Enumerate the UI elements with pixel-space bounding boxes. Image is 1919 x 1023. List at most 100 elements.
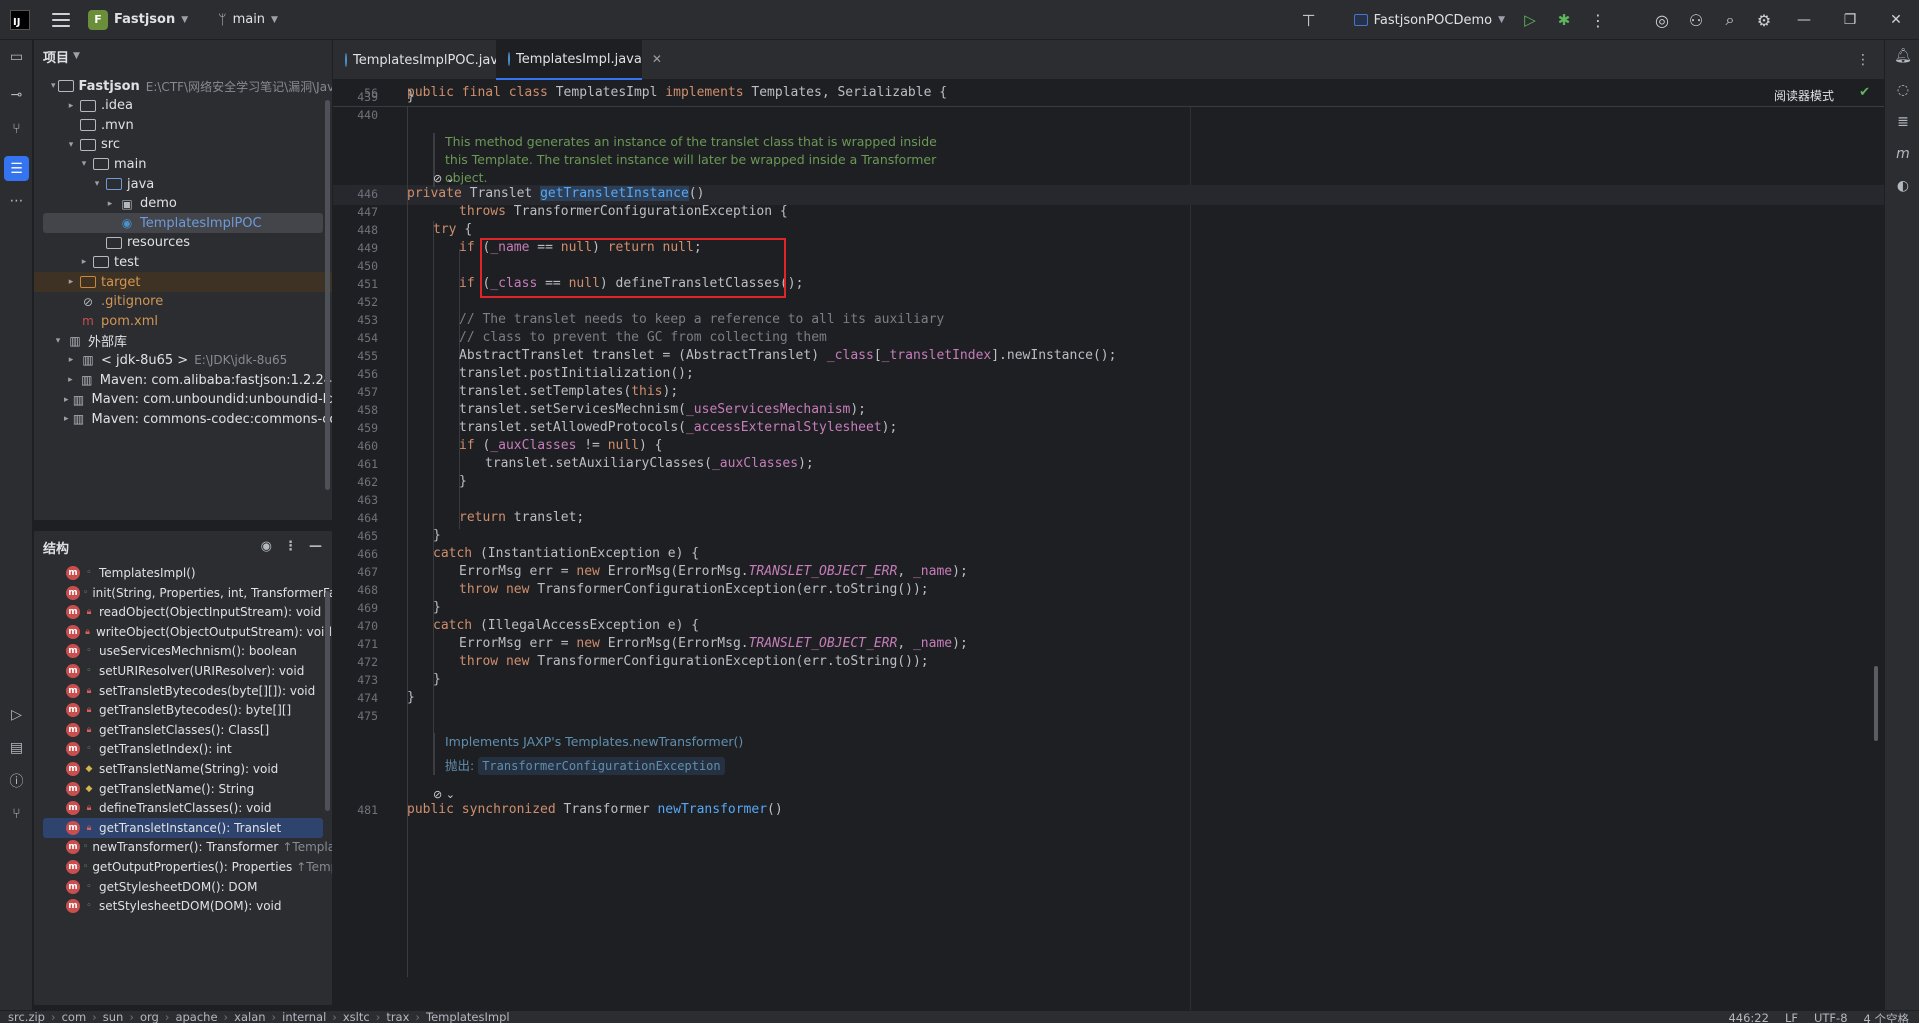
problems-icon[interactable]: ⓘ [4,768,29,793]
tree-item[interactable]: ▸ ▥ < jdk-8u65 > E:\JDK\jdk-8u65 [34,350,332,370]
git-icon[interactable]: ⑂ [4,801,29,826]
breadcrumb-item[interactable]: sun [103,1011,124,1023]
tree-item[interactable]: ▸ .idea [34,96,332,116]
structure-item[interactable]: m 🔒︎ getTransletBytecodes(): byte[][] [34,700,332,720]
tree-toggle-icon[interactable]: ▾ [51,336,65,346]
breadcrumb-item[interactable]: trax [386,1011,409,1023]
tree-toggle-icon[interactable]: ▸ [64,277,78,287]
settings-gear-icon[interactable]: ⚙ [1747,0,1781,40]
structure-scrollbar[interactable] [325,591,330,811]
build-hammer-icon[interactable]: ⊤ [1292,0,1326,40]
ai-chat-icon[interactable]: ◌ [1891,78,1915,102]
tree-item[interactable]: resources [34,233,332,253]
structure-item[interactable]: m 🔒︎ getTransletInstance(): Translet [43,817,323,838]
structure-item[interactable]: m ◦ init(String, Properties, int, Transfor… [34,583,332,603]
tree-toggle-icon[interactable]: ▸ [64,414,69,424]
search-icon[interactable]: ⌕ [1713,0,1747,40]
close-tab-icon[interactable]: ✕ [652,52,662,66]
tree-item[interactable]: m pom.xml [34,311,332,331]
eye-icon[interactable]: ◉ [261,539,272,554]
breadcrumb-item[interactable]: com [62,1011,87,1023]
structure-item[interactable]: m ◦ getStylesheetDOM(): DOM [34,877,332,897]
terminal-icon[interactable]: ▤ [4,735,29,760]
project-panel-header[interactable]: 项目 ▼ [34,40,332,72]
copilot-icon[interactable]: ◐ [1891,174,1915,198]
tree-item[interactable]: ▸ test [34,252,332,272]
breadcrumb-item[interactable]: internal [282,1011,326,1023]
tree-item[interactable]: ◉ TemplatesImplPOC [43,213,323,234]
add-user-icon[interactable]: ⚇ [1679,0,1713,40]
tree-toggle-icon[interactable]: ▸ [64,375,77,385]
structure-item[interactable]: m ◦ useServicesMechnism(): boolean [34,641,332,661]
structure-item[interactable]: m 🔒︎ getTransletClasses(): Class[] [34,720,332,740]
tree-item[interactable]: .mvn [34,115,332,135]
structure-item[interactable]: m◦newTransformer(): Transformer↑Template… [34,837,332,857]
tree-toggle-icon[interactable]: ▸ [64,395,69,405]
notifications-bell-icon[interactable]: 🔔︎ [1891,44,1915,68]
tree-item[interactable]: ▾ Fastjson E:\CTF\网络安全学习笔记\漏洞\Java安全\JavaS [34,76,332,96]
tree-item[interactable]: ▸▥ Maven: commons-codec:commons-codec:1.1… [34,409,332,429]
tree-item[interactable]: ▸ ▣ demo [34,194,332,214]
file-encoding[interactable]: UTF-8 [1814,1011,1848,1023]
structure-item[interactable]: m◦getOutputProperties(): Properties↑Temp… [34,857,332,877]
tree-item[interactable]: ▾ ▥ 外部库 [34,331,332,351]
database-icon[interactable]: ≣ [1891,110,1915,134]
tabs-more-icon[interactable]: ⋮ [1856,52,1870,68]
more-actions-icon[interactable]: ⋮ [1581,0,1615,40]
tree-toggle-icon[interactable]: ▾ [51,81,56,91]
editor-scrollbar[interactable] [1874,666,1878,741]
structure-item[interactable]: m 🔒︎ setTransletBytecodes(byte[][]): void [34,681,332,701]
breadcrumb-item[interactable]: xalan [234,1011,265,1023]
breadcrumb-item[interactable]: apache [175,1011,217,1023]
project-scrollbar[interactable] [325,100,330,490]
intellij-logo-icon[interactable]: IJ [10,9,30,30]
tree-item[interactable]: ▸ ▥ Maven: com.alibaba:fastjson:1.2.24 [34,370,332,390]
tab-templatesimpl[interactable]: TemplatesImpl.java ✕ [496,40,662,80]
reader-mode-toggle[interactable]: 阅读器模式 [1774,87,1834,104]
tree-item[interactable]: ▾ src [34,135,332,155]
structure-item[interactable]: m ◦ setStylesheetDOM(DOM): void [34,896,332,916]
breadcrumb-item[interactable]: src.zip [8,1011,45,1023]
tree-item[interactable]: ▸ target [34,272,332,292]
breadcrumb-item[interactable]: xsltc [343,1011,370,1023]
services-icon[interactable]: ▷ [4,702,29,727]
more-tools-icon[interactable]: ⋯ [4,188,29,213]
structure-item[interactable]: m ◦ setURIResolver(URIResolver): void [34,661,332,681]
structure-item[interactable]: m ◦ getTransletIndex(): int [34,739,332,759]
code-editor[interactable]: 56 public final class TemplatesImpl impl… [333,81,1884,1010]
ai-assistant-icon[interactable]: ◎ [1645,0,1679,40]
close-icon[interactable]: ✕ [1873,0,1919,40]
pull-request-icon[interactable]: ⑂ [4,116,29,141]
debug-icon[interactable]: ✱ [1547,0,1581,40]
toggle-doc-icon[interactable]: ⊘ ⌄ [433,172,455,185]
run-config-selector[interactable]: FastjsonPOCDemo ▼ [1353,13,1505,28]
tree-item[interactable]: ⊘ .gitignore [34,292,332,312]
tab-templatesimplpoc[interactable]: TemplatesImplPOC.java [333,40,506,80]
tree-toggle-icon[interactable]: ▾ [64,140,78,150]
project-switcher[interactable]: F Fastjson ▼ [88,9,188,30]
tree-item[interactable]: ▸▥ Maven: com.unboundid:unboundid-ldapsdk… [34,390,332,410]
structure-item[interactable]: m 🔒︎ readObject(ObjectInputStream): void [34,602,332,622]
line-separator[interactable]: LF [1785,1011,1798,1023]
minimize-panel-icon[interactable]: — [309,539,322,554]
main-menu-icon[interactable] [52,12,70,27]
more-options-icon[interactable]: ⋮ [284,539,297,554]
caret-position[interactable]: 446:22 [1728,1011,1768,1023]
tree-toggle-icon[interactable]: ▸ [77,257,91,267]
tree-item[interactable]: ▾ java [34,174,332,194]
indent-setting[interactable]: 4 个空格 [1864,1011,1909,1023]
tree-toggle-icon[interactable]: ▾ [90,179,104,189]
restore-icon[interactable]: ❐ [1827,0,1873,40]
tree-toggle-icon[interactable]: ▾ [77,159,91,169]
project-folder-icon[interactable]: ▭ [4,44,29,69]
maven-icon[interactable]: m [1891,142,1915,166]
structure-item[interactable]: m ◆ getTransletName(): String [34,779,332,799]
tree-toggle-icon[interactable]: ▸ [103,199,117,209]
structure-item[interactable]: m 🔒︎ writeObject(ObjectOutputStream): void [34,622,332,642]
tree-toggle-icon[interactable]: ▸ [64,355,78,365]
inspection-ok-icon[interactable]: ✔ [1859,85,1870,100]
structure-item[interactable]: m 🔒︎ defineTransletClasses(): void [34,798,332,818]
throws-link[interactable]: TransformerConfigurationException [478,757,725,775]
structure-item[interactable]: m ◦ TemplatesImpl() [34,563,332,583]
branch-switcher[interactable]: ᛘ main ▼ [218,12,278,28]
